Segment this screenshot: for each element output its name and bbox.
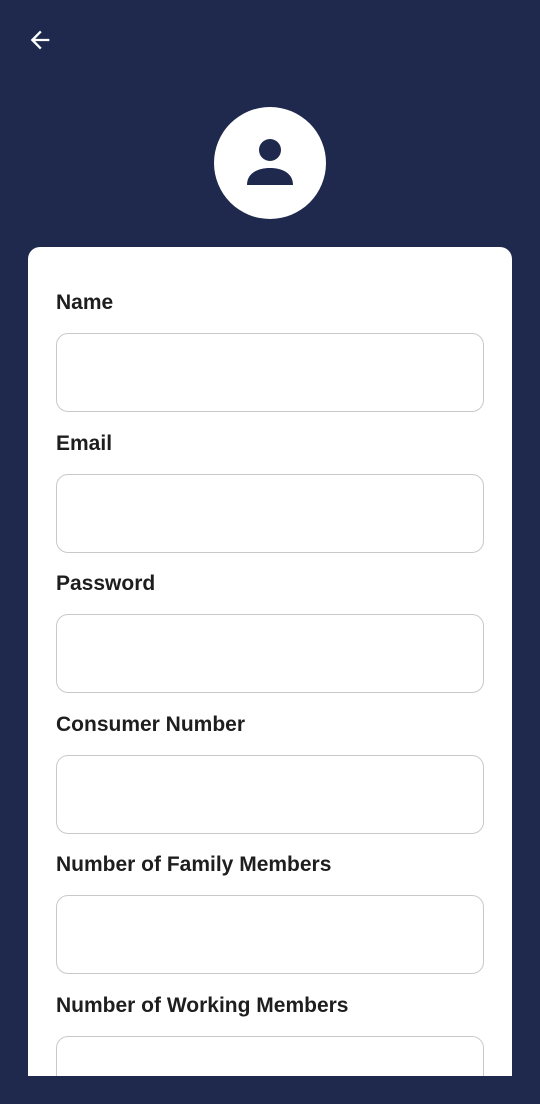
password-field[interactable] [56,614,484,693]
working-members-field[interactable] [56,1036,484,1076]
working-members-label: Number of Working Members [56,994,349,1017]
back-button[interactable] [22,22,58,58]
signup-screen: Name Email Password Consumer Number Numb… [0,0,540,1104]
email-field[interactable] [56,474,484,553]
working-members-field-group: Number of Working Members [56,993,484,1076]
name-label: Name [56,291,114,314]
password-label: Password [56,572,156,595]
arrow-left-icon [30,30,50,50]
name-field-group: Name [56,290,484,412]
consumer-number-label: Consumer Number [56,713,246,736]
family-members-field[interactable] [56,895,484,974]
avatar [214,107,326,219]
consumer-number-field[interactable] [56,755,484,834]
password-field-group: Password [56,571,484,693]
consumer-number-field-group: Consumer Number [56,712,484,834]
person-icon [247,139,293,185]
form-card: Name Email Password Consumer Number Numb… [28,247,512,1076]
family-members-label: Number of Family Members [56,853,332,876]
email-field-group: Email [56,431,484,553]
name-field[interactable] [56,333,484,412]
family-members-field-group: Number of Family Members [56,852,484,974]
email-label: Email [56,432,113,455]
